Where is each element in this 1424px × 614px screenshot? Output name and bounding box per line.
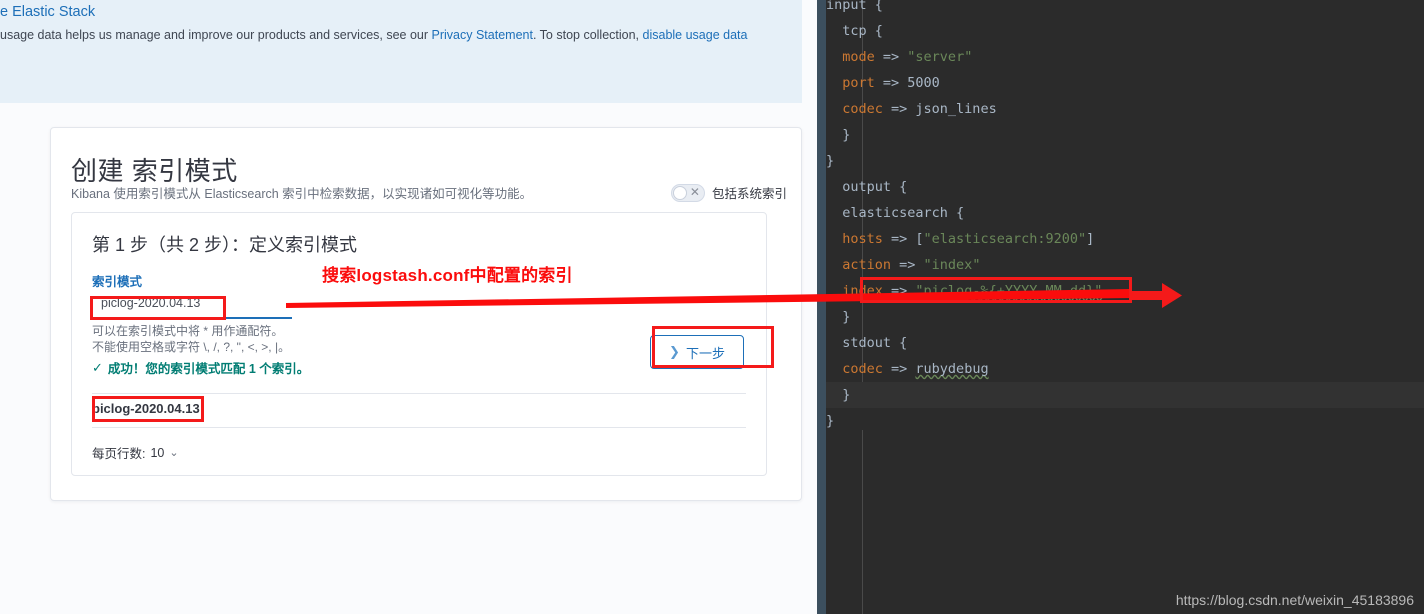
include-system-indices-toggle[interactable]: ✕ 包括系统索引 (670, 183, 787, 202)
code-line-15: codec (826, 361, 883, 377)
chevron-down-icon: ⌄ (169, 447, 179, 459)
close-icon: ✕ (689, 184, 700, 199)
telemetry-banner-title: e Elastic Stack (0, 4, 96, 20)
privacy-statement-link[interactable]: Privacy Statement (432, 28, 533, 42)
code-line-8: output (826, 179, 900, 195)
check-icon: ✓ (92, 359, 103, 375)
code-line-11: action (826, 257, 892, 273)
code-line-6: } (826, 127, 851, 143)
code-line-10: hosts (826, 231, 883, 247)
helper-line-1: 可以在索引模式中将 * 用作通配符。 (92, 324, 284, 338)
index-pattern-field-label: 索引模式 (92, 275, 143, 289)
code-line-7: } (826, 153, 835, 169)
watermark: https://blog.csdn.net/weixin_45183896 (1175, 592, 1414, 608)
code-line-3: mode (826, 49, 875, 65)
code-line-2: tcp (826, 23, 875, 39)
code-line-13: } (826, 309, 851, 325)
index-pattern-helper-text: 可以在索引模式中将 * 用作通配符。 不能使用空格或字符 \, /, ?, ", … (92, 323, 290, 355)
code-editor-panel: input { tcp { mode => "server" port => 5… (817, 0, 1424, 614)
highlight-box-next-button (652, 326, 774, 368)
include-system-indices-label: 包括系统索引 (711, 187, 787, 201)
success-message-text: 成功！您的索引模式匹配 1 个索引。 (107, 362, 310, 376)
code-line-14: stdout (826, 335, 900, 351)
rows-per-page-label: 每页行数: (92, 447, 146, 461)
screenshot-root: e Elastic Stack usage data helps us mana… (0, 0, 1424, 614)
step-title: 第 1 步（共 2 步）：定义索引模式 (92, 235, 358, 255)
disable-usage-data-link[interactable]: disable usage data (643, 28, 748, 42)
highlight-box-table-row (92, 396, 204, 422)
highlight-box-index-input (90, 296, 226, 320)
code-line-9: elasticsearch (826, 205, 957, 221)
annotation-note: 搜索logstash.conf中配置的索引 (322, 266, 573, 285)
toggle-switch[interactable]: ✕ (670, 183, 705, 202)
helper-line-2: 不能使用空格或字符 \, /, ?, ", <, >, |。 (92, 340, 291, 354)
logstash-conf-code[interactable]: input { tcp { mode => "server" port => 5… (826, 0, 1424, 614)
indent-guide-lower (862, 430, 863, 614)
telemetry-text-mid: . To stop collection, (532, 28, 643, 42)
success-message: ✓ 成功！您的索引模式匹配 1 个索引。 (92, 358, 309, 377)
code-line-4: port (826, 75, 875, 91)
table-divider-top (92, 393, 746, 394)
rows-per-page-selector[interactable]: 每页行数: 10 ⌄ (92, 443, 179, 462)
telemetry-banner: e Elastic Stack usage data helps us mana… (0, 0, 802, 103)
code-line-5: codec (826, 101, 883, 117)
telemetry-banner-body: usage data helps us manage and improve o… (0, 28, 800, 42)
code-line-1: input (826, 0, 875, 13)
code-line-17: } (826, 413, 835, 429)
table-divider-bottom (92, 427, 746, 428)
rows-per-page-value: 10 (150, 445, 165, 460)
telemetry-text-pre: usage data helps us manage and improve o… (0, 28, 432, 42)
highlight-box-code-index-line (860, 277, 1132, 303)
editor-gutter (817, 0, 826, 614)
page-subtitle: Kibana 使用索引模式从 Elasticsearch 索引中检索数据，以实现… (71, 187, 533, 201)
code-line-16: } (826, 387, 851, 403)
toggle-knob (672, 185, 687, 200)
